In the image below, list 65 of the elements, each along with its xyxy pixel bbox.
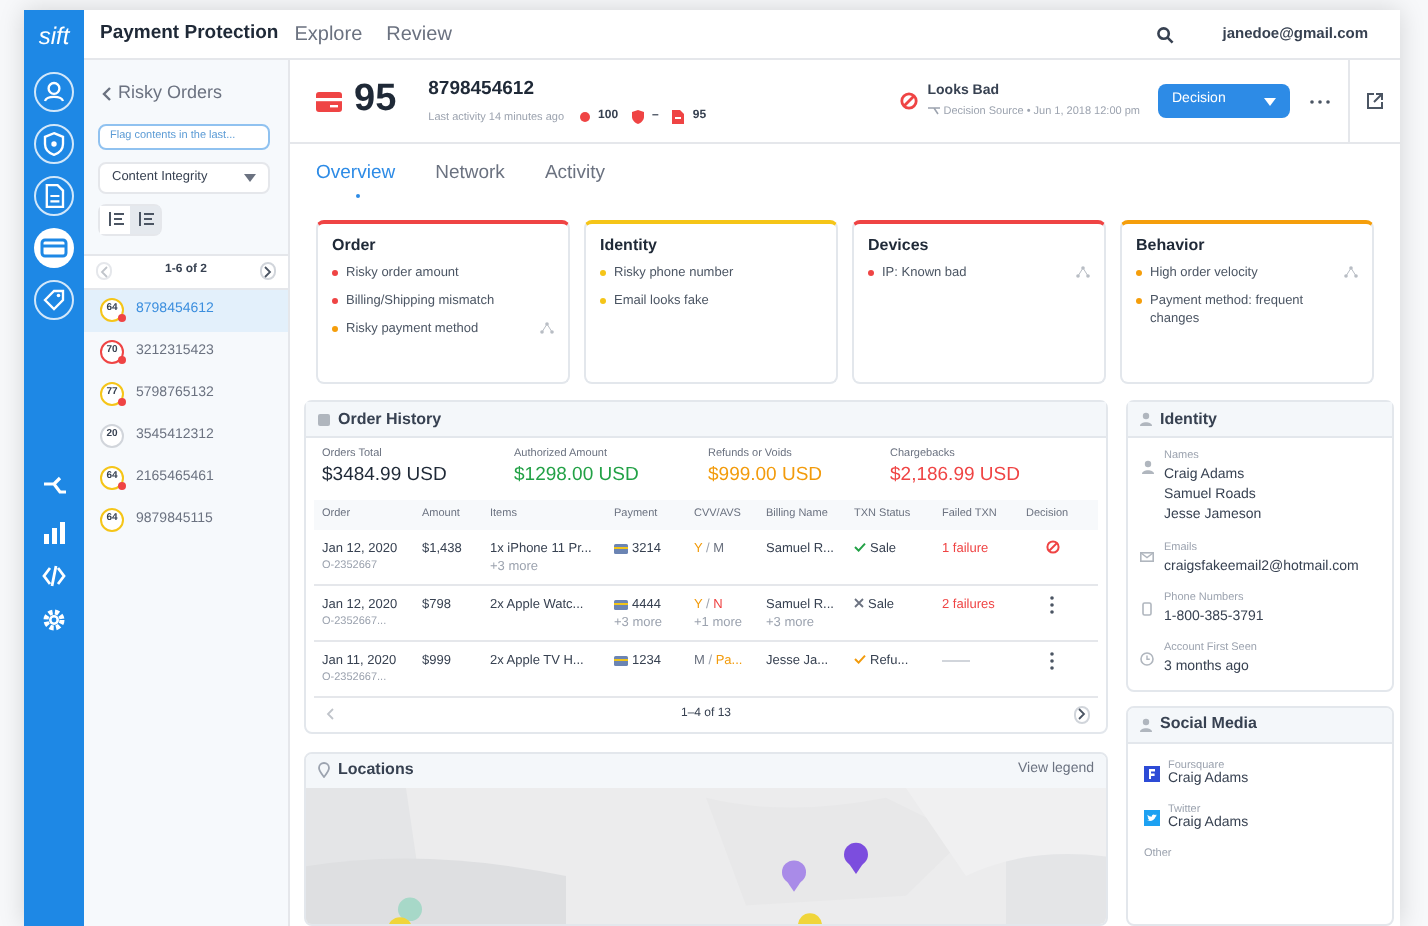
tab[interactable]: Activity xyxy=(544,159,606,200)
network-icon xyxy=(540,322,554,334)
panel-title: Order History xyxy=(338,407,442,431)
order-number: 8798454612 xyxy=(428,75,536,104)
total-value: $2,186.99 USD xyxy=(890,462,1022,491)
shield-icon[interactable] xyxy=(34,124,74,164)
card-icon xyxy=(614,599,628,610)
network-icon xyxy=(1344,266,1358,278)
card-icon[interactable] xyxy=(34,228,74,268)
code-icon xyxy=(42,564,66,588)
sort-icon[interactable] xyxy=(100,205,130,233)
product-title: Payment Protection xyxy=(100,19,279,48)
card-icon xyxy=(614,543,628,554)
panel-title: Identity xyxy=(1160,407,1217,431)
close-icon xyxy=(854,597,864,607)
card-title: Devices xyxy=(868,234,929,258)
foursquare-icon xyxy=(1144,765,1160,782)
logo: sift xyxy=(38,19,70,53)
empty-dash xyxy=(942,659,970,662)
bar-chart-icon xyxy=(42,520,66,544)
card-title: Identity xyxy=(600,234,657,258)
total-value: $1298.00 USD xyxy=(514,462,641,491)
align-left-icon[interactable] xyxy=(130,205,160,233)
panel-title: Social Media xyxy=(1160,712,1257,737)
caret-icon xyxy=(1264,97,1276,105)
clock-icon xyxy=(1140,652,1154,667)
settings-icon xyxy=(42,608,66,632)
blocked-icon xyxy=(1046,539,1060,553)
blocked-icon xyxy=(899,92,918,110)
person-icon xyxy=(1140,717,1152,732)
pin-icon xyxy=(318,762,330,778)
caret-icon xyxy=(244,173,256,181)
back-icon xyxy=(100,85,112,102)
next-page-button[interactable] xyxy=(1074,705,1090,723)
person-icon xyxy=(1141,460,1153,474)
document-icon xyxy=(672,110,685,125)
person-icon xyxy=(1140,412,1152,426)
card-icon xyxy=(614,655,628,666)
flow-icon xyxy=(42,476,66,500)
tab[interactable]: Network xyxy=(435,159,505,200)
card-icon xyxy=(316,91,342,111)
network-icon xyxy=(1076,266,1090,278)
user-icon[interactable] xyxy=(34,72,74,112)
panel-title: Locations xyxy=(338,758,414,782)
tag-icon[interactable] xyxy=(34,280,74,320)
nav-link[interactable]: Explore xyxy=(294,19,363,49)
mail-icon xyxy=(1140,551,1154,562)
external-link-icon[interactable] xyxy=(1366,92,1384,110)
check-icon xyxy=(854,541,866,551)
risk-score: 95 xyxy=(354,76,397,125)
tab[interactable]: Overview xyxy=(316,159,396,200)
search-icon xyxy=(1156,25,1175,43)
document-icon[interactable] xyxy=(34,176,74,216)
shield-icon xyxy=(632,110,645,125)
bird-icon xyxy=(1144,810,1160,827)
phone-icon xyxy=(1142,601,1152,616)
check-icon xyxy=(854,653,866,663)
flow-icon xyxy=(927,106,940,117)
card-title: Order xyxy=(332,234,376,258)
card-title: Behavior xyxy=(1136,234,1205,258)
nav-link[interactable]: Review xyxy=(386,19,452,49)
total-value: $3484.99 USD xyxy=(322,462,449,491)
back-link[interactable]: Risky Orders xyxy=(118,80,223,107)
total-value: $999.00 USD xyxy=(708,462,825,491)
next-page-button[interactable] xyxy=(259,262,276,280)
